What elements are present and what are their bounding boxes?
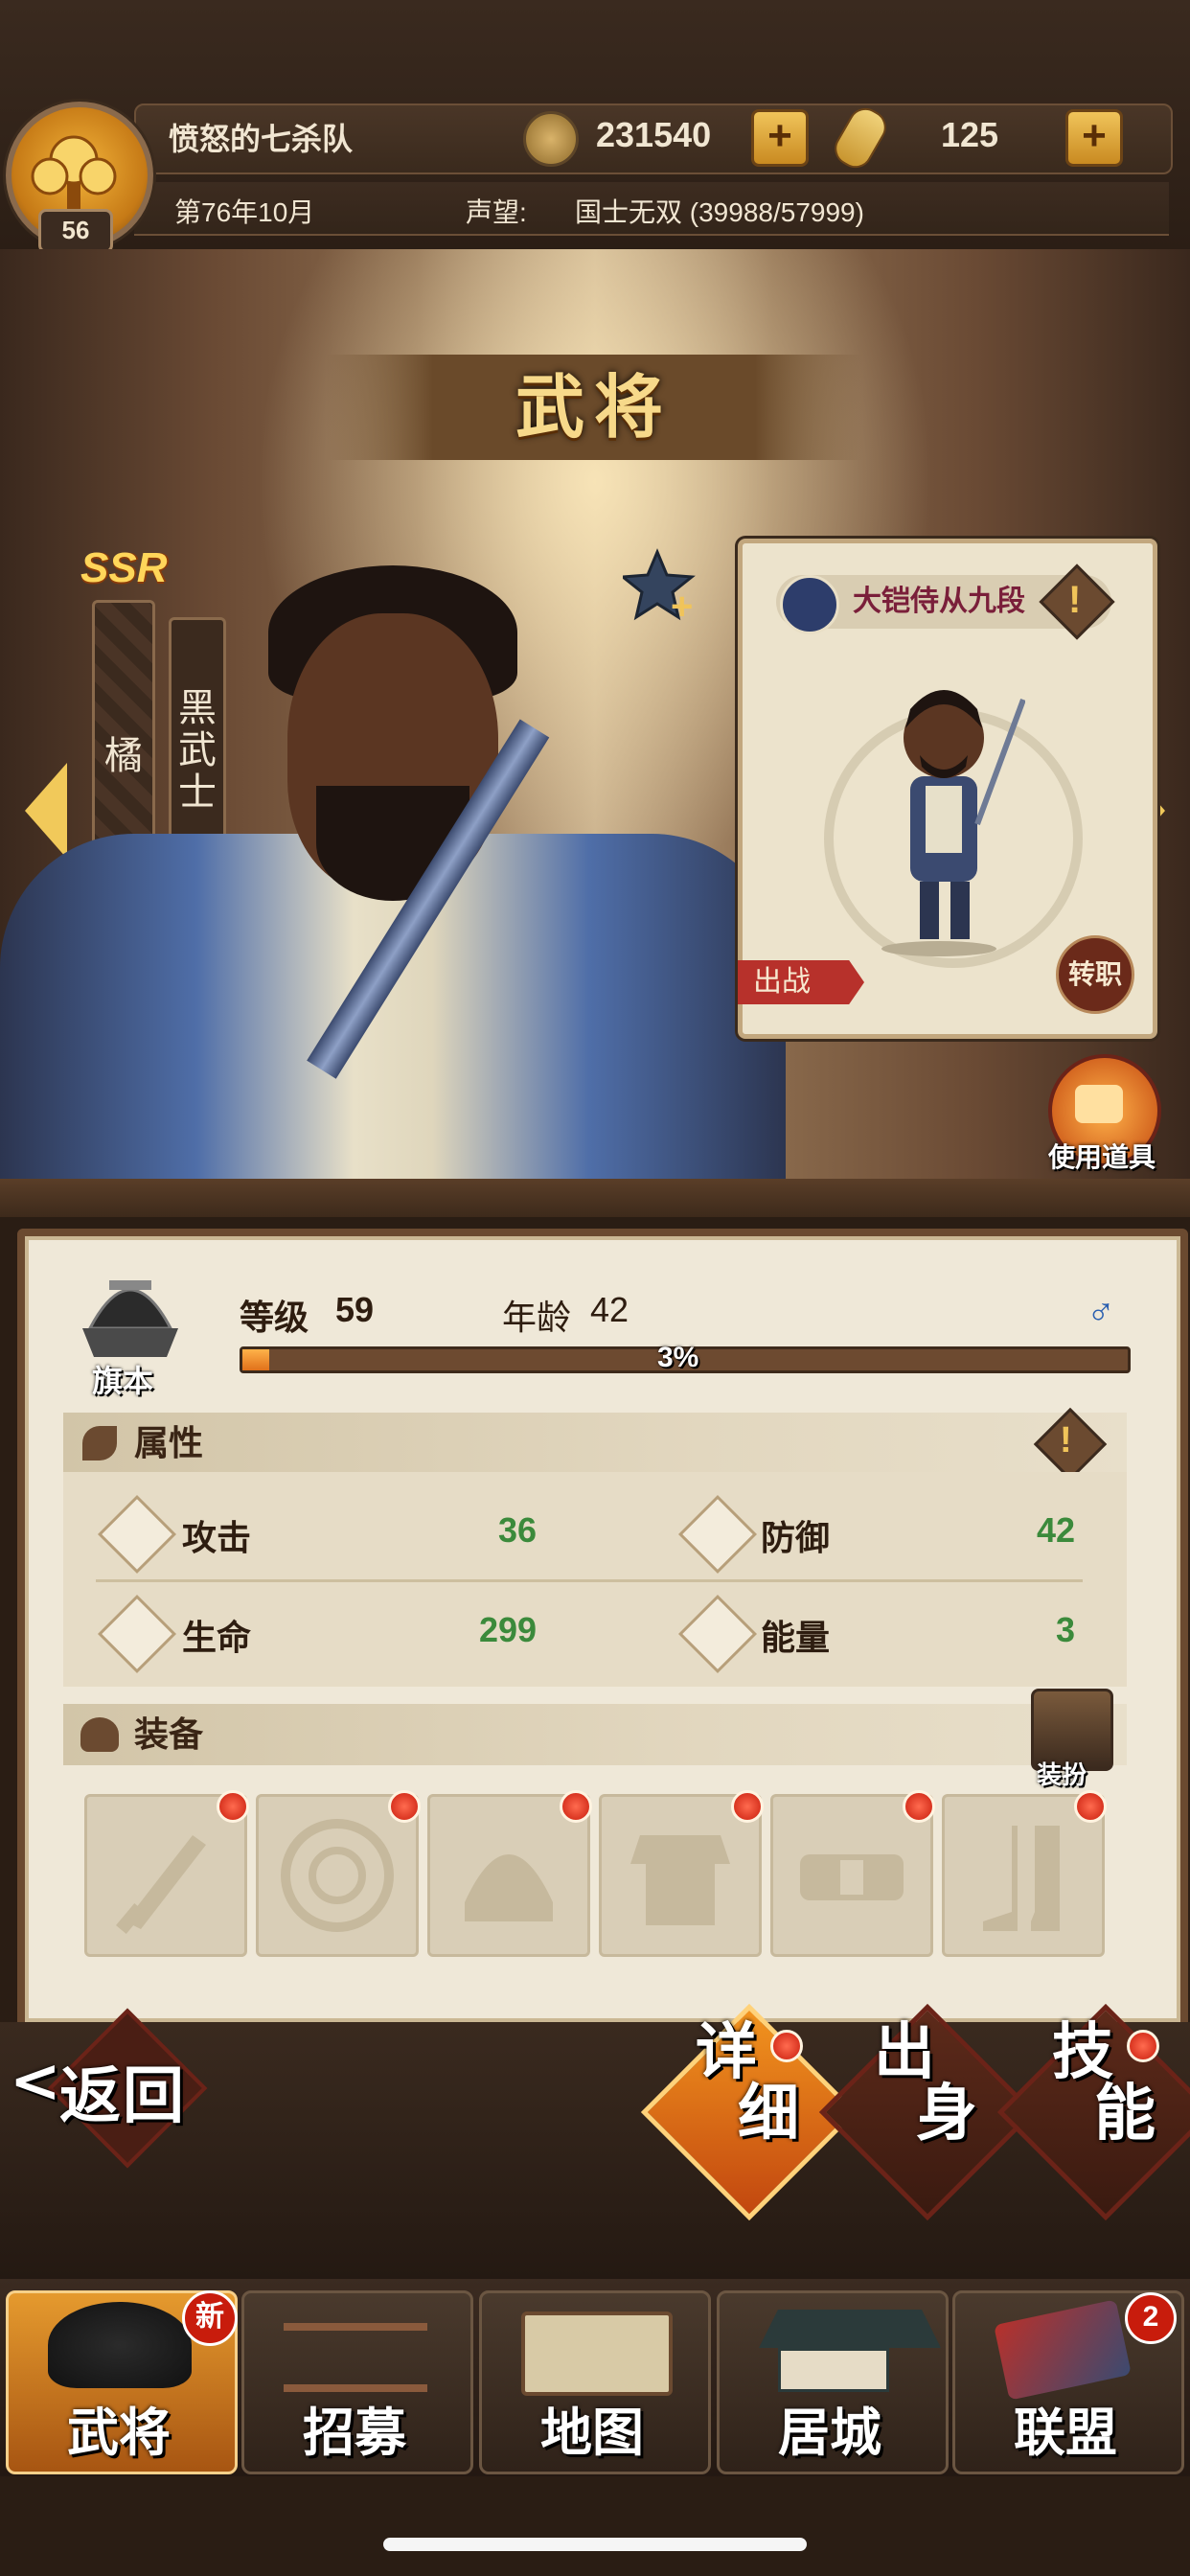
- level-label: 等级: [240, 1298, 309, 1337]
- tab-detail-alert: [770, 2030, 803, 2062]
- level-value: 59: [335, 1290, 375, 1329]
- stats-divider: [96, 1579, 1083, 1582]
- boots-icon: [983, 1826, 1060, 1931]
- panel-top-frame: [0, 1179, 1190, 1217]
- nav-recruit-label: 招募: [303, 2402, 406, 2463]
- dress-up-label: 装扮: [1037, 1760, 1087, 1789]
- back-arrow-icon[interactable]: <: [10, 2045, 63, 2117]
- helmet-icon: [465, 1854, 553, 1921]
- transfer-class-button[interactable]: 转职: [1056, 935, 1134, 1014]
- slot-belt-alert: [903, 1790, 935, 1823]
- game-date: 第76年10月: [174, 197, 315, 227]
- alliance-count-badge: 2: [1125, 2292, 1177, 2344]
- slot-weapon-alert: [217, 1790, 249, 1823]
- stat-label-health: 生命: [182, 1618, 252, 1657]
- rank-label: 旗本: [92, 1364, 154, 1398]
- armor-icon: [630, 1835, 730, 1925]
- recruit-katana-icon: [284, 2323, 427, 2392]
- generals-helmet-icon: [48, 2302, 192, 2388]
- belt-icon: [800, 1854, 904, 1900]
- stat-value-attack: 36: [498, 1510, 538, 1550]
- slot-armor-alert: [731, 1790, 764, 1823]
- slot-shield-alert: [388, 1790, 421, 1823]
- attributes-icon: [82, 1426, 117, 1460]
- class-info-exclaim: !: [1068, 579, 1082, 621]
- stat-label-defense: 防御: [761, 1518, 831, 1557]
- male-gender-icon: ♂: [1087, 1290, 1115, 1332]
- castle-roof-icon: [759, 2310, 941, 2348]
- stat-label-energy: 能量: [761, 1618, 831, 1657]
- stat-value-health: 299: [479, 1610, 538, 1649]
- nav-alliance-label: 联盟: [1014, 2402, 1117, 2463]
- sword-icon: [115, 1835, 206, 1934]
- reputation-label: 声望:: [466, 197, 527, 227]
- class-icon: [780, 575, 839, 634]
- use-item-label: 使用道具: [1048, 1142, 1156, 1172]
- chibi-sprite: [881, 690, 1025, 956]
- svg-text:+: +: [671, 586, 693, 623]
- new-badge: 新: [182, 2290, 238, 2346]
- slot-boots-alert: [1074, 1790, 1107, 1823]
- xp-percent: 3%: [657, 1342, 699, 1373]
- back-button[interactable]: 返回: [59, 2047, 186, 2135]
- nav-map-label: 地图: [540, 2402, 644, 2463]
- stat-label-attack: 攻击: [182, 1518, 252, 1557]
- age-label: 年龄: [502, 1298, 572, 1337]
- coin-amount: 231540: [596, 115, 712, 154]
- slot-helmet-alert: [560, 1790, 592, 1823]
- nav-generals-label: 武将: [67, 2402, 171, 2463]
- attributes-info-exclaim: !: [1060, 1420, 1072, 1460]
- equipment-header: 装备: [63, 1704, 1127, 1765]
- home-indicator[interactable]: [383, 2538, 807, 2551]
- clan-name[interactable]: 愤怒的七杀队: [169, 115, 353, 159]
- attributes-header: 属性: [63, 1413, 1127, 1474]
- page-title: 武将: [326, 355, 862, 460]
- shield-icon: [281, 1819, 394, 1932]
- equipment-helmet-icon: [80, 1717, 119, 1752]
- xp-bar-fill: [242, 1349, 269, 1370]
- reputation-value: 国士无双 (39988/57999): [575, 197, 864, 227]
- prev-hero-arrow[interactable]: [25, 763, 67, 859]
- age-value: 42: [590, 1290, 629, 1329]
- add-rice-button[interactable]: +: [1065, 109, 1123, 167]
- rarity-badge: SSR: [80, 544, 168, 591]
- deployed-tag: 出战: [738, 960, 864, 1004]
- rice-amount: 125: [941, 115, 999, 154]
- favorite-star-icon[interactable]: +: [619, 546, 699, 628]
- player-level-badge: 56: [38, 209, 113, 253]
- castle-wall-icon: [778, 2348, 889, 2392]
- add-coins-button[interactable]: +: [751, 109, 809, 167]
- scroll-item-icon: [1075, 1085, 1123, 1123]
- stat-value-energy: 3: [1056, 1610, 1076, 1649]
- stat-value-defense: 42: [1037, 1510, 1076, 1550]
- tab-origin[interactable]: 出身: [864, 2022, 998, 2145]
- coin-icon: [523, 111, 579, 167]
- hero-title-tag: 黑武士: [169, 617, 226, 862]
- map-scroll-icon: [521, 2312, 673, 2396]
- nav-castle-label: 居城: [778, 2402, 881, 2463]
- tab-skills-alert: [1127, 2030, 1159, 2062]
